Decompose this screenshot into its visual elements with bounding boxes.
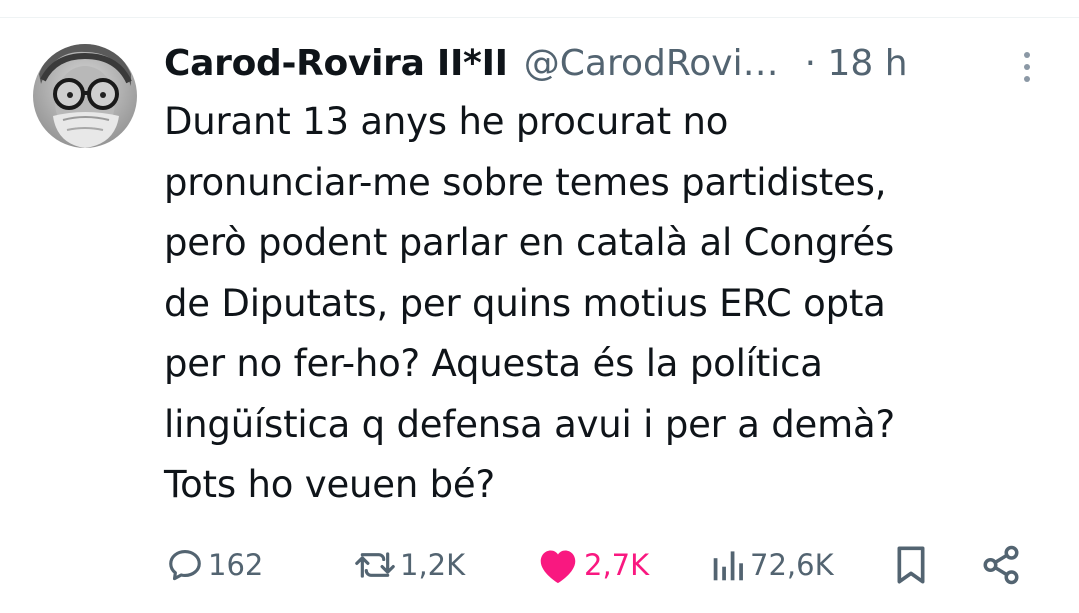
reply-button[interactable]: 162 — [166, 540, 263, 590]
top-divider — [0, 17, 1079, 18]
more-icon[interactable] — [1017, 50, 1037, 84]
reply-count: 162 — [208, 548, 264, 582]
author-name[interactable]: Carod-Rovira II*II — [164, 43, 508, 84]
views-icon — [712, 548, 746, 582]
retweet-icon — [354, 546, 396, 584]
retweet-button[interactable]: 1,2K — [354, 540, 465, 590]
tweet-header: Carod-Rovira II*II @CarodRovi… · 18 h — [164, 40, 1044, 86]
reply-icon — [166, 546, 204, 584]
bookmark-icon — [893, 545, 929, 585]
avatar-image — [33, 44, 137, 148]
share-icon — [980, 544, 1022, 586]
action-bar: 162 1,2K 2,7K 72,6K — [0, 540, 1079, 590]
tweet-text-line: de Diputats, per quins motius ERC opta — [164, 281, 886, 325]
heart-icon — [536, 545, 580, 585]
like-count: 2,7K — [584, 548, 650, 582]
views-button[interactable]: 72,6K — [712, 540, 834, 590]
like-button[interactable]: 2,7K — [536, 540, 649, 590]
bookmark-button[interactable] — [893, 540, 929, 590]
tweet-text-line: pronunciar-me sobre temes partidistes, — [164, 160, 887, 204]
avatar[interactable] — [33, 44, 137, 148]
author-handle[interactable]: @CarodRovi… — [524, 43, 779, 84]
share-button[interactable] — [980, 540, 1022, 590]
tweet-text-line: Durant 13 anys he procurat no — [164, 100, 729, 143]
tweet-text: Durant 13 anys he procurat no pronunciar… — [164, 92, 1024, 516]
tweet-text-line: lingüística q defensa avui i per a demà? — [164, 402, 895, 446]
views-count: 72,6K — [750, 548, 834, 582]
tweet-text-line: però podent parlar en català al Congrés — [164, 221, 895, 264]
tweet-text-line: Tots ho veuen bé? — [164, 463, 495, 506]
tweet-time[interactable]: · 18 h — [805, 43, 908, 84]
retweet-count: 1,2K — [400, 548, 466, 582]
tweet-text-line: per no fer-ho? Aquesta és la política — [164, 342, 823, 385]
